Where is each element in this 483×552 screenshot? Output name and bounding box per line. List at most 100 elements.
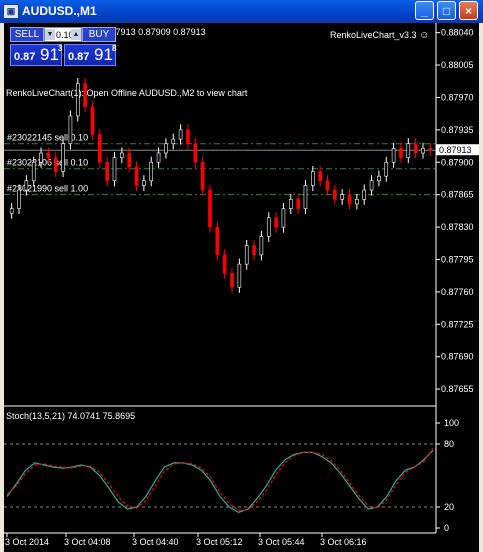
candle-body — [391, 148, 396, 163]
candle-body — [399, 148, 403, 158]
candle-body — [149, 161, 154, 182]
stoch-level-label: 20 — [444, 502, 454, 512]
stoch-level-label: 0 — [444, 523, 449, 533]
buy-price[interactable]: 0.87 91 8 — [64, 44, 116, 66]
lot-decrease-icon[interactable]: ▼ — [45, 29, 55, 40]
time-tick-label: 3 Oct 06:16 — [320, 537, 367, 547]
maximize-button[interactable]: □ — [437, 1, 456, 20]
candle-body — [413, 143, 418, 154]
sell-price-prefix: 0.87 — [14, 51, 36, 63]
candle-body — [274, 217, 278, 228]
candle-body — [311, 171, 315, 186]
stoch-signal-line — [6, 447, 434, 511]
candle-body — [377, 175, 381, 182]
candle-body — [24, 180, 29, 191]
sell-price-big: 91 — [40, 45, 59, 64]
candle-body — [325, 180, 330, 191]
candle-body — [428, 148, 433, 151]
candle-body — [98, 134, 102, 163]
current-price-label: 0.87913 — [439, 145, 472, 155]
sell-button[interactable]: SELL — [10, 27, 44, 42]
price-tick-label: 0.88040 — [441, 28, 474, 38]
close-button[interactable]: × — [459, 1, 478, 20]
candle-body — [193, 143, 198, 163]
stochastic-label: Stoch(13,5,21) 74.0741 75.8695 — [6, 411, 136, 421]
sell-price[interactable]: 0.87 91 3 — [10, 44, 62, 66]
candle-body — [120, 152, 124, 158]
candle-body — [127, 152, 131, 168]
price-tick-label: 0.87760 — [441, 287, 474, 297]
candle-body — [208, 189, 212, 228]
minimize-button[interactable]: _ — [415, 1, 434, 20]
candle-body — [164, 143, 168, 154]
ea-label: RenkoLiveChart_v3.3 ☺ — [330, 30, 429, 41]
lot-size-stepper[interactable]: ▼ ▲ — [44, 27, 82, 42]
stoch-level-label: 80 — [444, 439, 454, 449]
candle-body — [333, 189, 337, 200]
window-titlebar: ▣ AUDUSD.,M1 _ □ × — [0, 0, 483, 23]
candle-body — [171, 138, 176, 145]
candle-body — [222, 254, 227, 274]
one-click-trading-panel: SELL ▼ ▲ BUY 0.87 91 3 0.87 91 8 — [10, 27, 116, 83]
window-title: AUDUSD.,M1 — [22, 4, 97, 18]
candle-body — [105, 161, 109, 182]
price-tick-label: 0.87865 — [441, 190, 474, 200]
lot-size-input[interactable] — [56, 28, 71, 41]
price-tick-label: 0.87690 — [441, 352, 474, 362]
price-tick-label: 0.87900 — [441, 157, 474, 167]
candle-body — [39, 152, 43, 163]
stoch-level-label: 100 — [444, 418, 459, 428]
candle-body — [134, 166, 139, 186]
buy-price-big: 91 — [94, 45, 113, 64]
candle-body — [9, 208, 14, 214]
notice-text: RenkoLiveChart(1): Open Offline AUDUSD.,… — [6, 88, 248, 98]
terminal-icon: ▣ — [3, 4, 19, 19]
chart-area[interactable]: 0.88040 0.88005 0.87970 0.87935 0.87900 0.878… — [4, 23, 479, 552]
candle-body — [281, 208, 286, 228]
candle-body — [303, 185, 308, 209]
time-tick-label: 3 Oct 05:12 — [196, 537, 243, 547]
candle-body — [362, 189, 367, 200]
buy-price-prefix: 0.87 — [68, 51, 90, 63]
candle-body — [61, 143, 65, 172]
buy-price-sup: 8 — [112, 44, 117, 53]
price-tick-label: 0.87655 — [441, 384, 474, 394]
candle-body — [296, 198, 300, 209]
candle-body — [230, 273, 234, 288]
candle-body — [318, 171, 322, 182]
candle-body — [215, 226, 220, 256]
candle-body — [156, 152, 161, 163]
candle-body — [340, 194, 344, 200]
candle-body — [384, 161, 389, 177]
price-tick-label: 0.88005 — [441, 60, 474, 70]
price-chart[interactable]: 0.880400.880050.879700.879350.879000.878… — [4, 23, 479, 552]
candle-body — [112, 157, 117, 182]
sell-price-sup: 3 — [58, 44, 63, 53]
time-tick-label: 3 Oct 04:08 — [64, 537, 111, 547]
stoch-main-line — [6, 449, 434, 513]
price-tick-label: 0.87935 — [441, 125, 474, 135]
candle-body — [200, 161, 205, 191]
candle-body — [53, 157, 58, 172]
candle-body — [355, 198, 359, 205]
candle-body — [252, 245, 256, 256]
candle-body — [237, 263, 242, 288]
time-tick-label: 3 Oct 2014 — [5, 537, 49, 547]
smiley-icon: ☺ — [419, 30, 430, 41]
candle-body — [17, 189, 21, 209]
candle-body — [142, 180, 146, 186]
candle-body — [406, 143, 411, 158]
candle-body — [186, 129, 190, 145]
candle-body — [178, 129, 183, 140]
lot-increase-icon[interactable]: ▲ — [71, 29, 81, 40]
candle-body — [369, 180, 374, 191]
candle-body — [244, 245, 249, 265]
candle-body — [288, 198, 293, 209]
candle-body — [347, 194, 352, 205]
candle-body — [266, 217, 271, 237]
buy-button[interactable]: BUY — [82, 27, 116, 42]
price-tick-label: 0.87830 — [441, 222, 474, 232]
candle-body — [31, 161, 36, 182]
price-tick-label: 0.87970 — [441, 92, 474, 102]
price-tick-label: 0.87795 — [441, 254, 474, 264]
